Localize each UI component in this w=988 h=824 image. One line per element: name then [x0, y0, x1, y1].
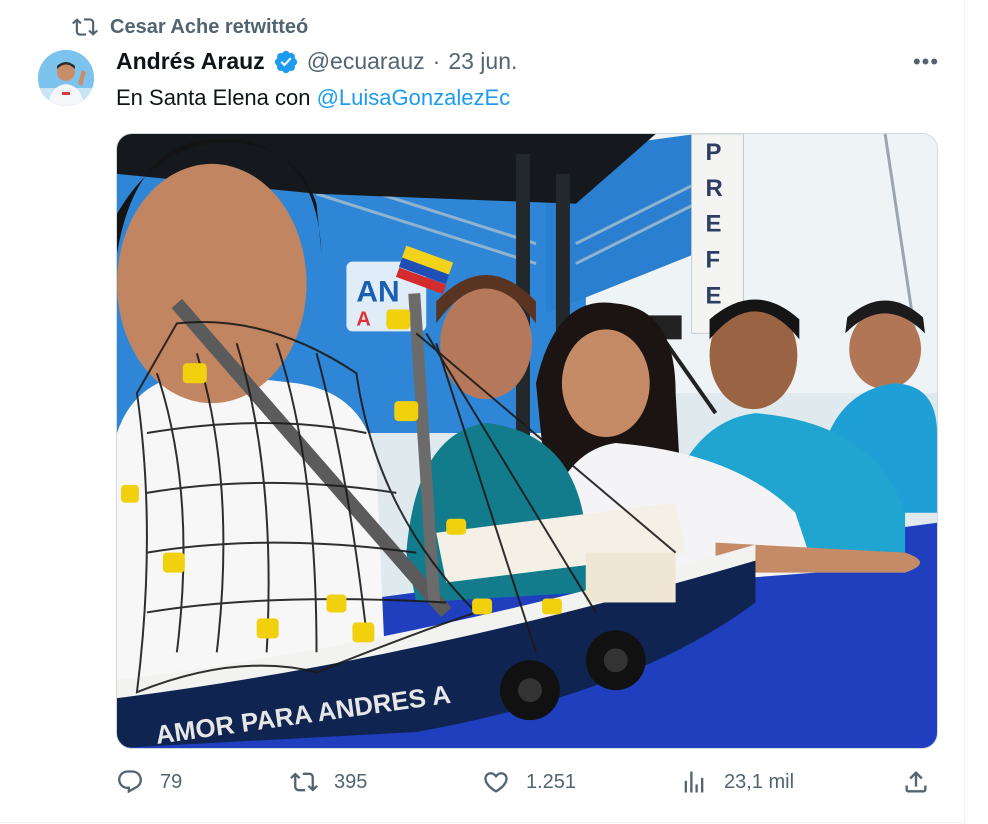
reply-button[interactable]: 79 — [116, 768, 182, 796]
share-button[interactable] — [902, 768, 930, 796]
tweet-actions: 79 395 1.251 23,1 mil — [116, 768, 946, 804]
avatar[interactable] — [38, 50, 94, 106]
avatar-image — [38, 50, 94, 106]
author-name[interactable]: Andrés Arauz — [116, 48, 265, 75]
views-count: 23,1 mil — [724, 770, 795, 793]
retweet-count: 395 — [334, 770, 368, 793]
retweet-icon — [72, 18, 98, 36]
sign-letter-4: F — [706, 247, 721, 274]
more-button[interactable]: ••• — [908, 48, 944, 76]
verified-badge-icon — [274, 50, 297, 73]
photo-illustration: AN A P R E F E AMOR PARA ANDRES A — [117, 134, 937, 748]
retweet-context-text: Cesar Ache retwitteó — [110, 15, 309, 38]
retweet-icon — [290, 772, 318, 792]
mention-link[interactable]: @LuisaGonzalezEc — [317, 85, 511, 110]
reply-icon — [118, 770, 142, 794]
sign-letter-1: P — [706, 139, 722, 166]
tweet-photo[interactable]: AN A P R E F E AMOR PARA ANDRES A — [116, 133, 938, 749]
sign-letter-5: E — [706, 282, 722, 309]
banner-text: AN — [356, 275, 399, 308]
author-handle[interactable]: @ecuarauz — [307, 48, 425, 75]
tweet-header: Andrés Arauz @ecuarauz · 23 jun. — [116, 48, 517, 75]
tweet-card[interactable]: Cesar Ache retwitteó Andrés Arauz @ecuar… — [0, 0, 965, 823]
tweet-date[interactable]: 23 jun. — [448, 48, 517, 75]
like-count: 1.251 — [526, 770, 577, 793]
tweet-text-body: En Santa Elena con — [116, 85, 317, 110]
views-button[interactable]: 23,1 mil — [680, 768, 794, 796]
share-icon — [905, 771, 927, 793]
sign-letter-2: R — [706, 175, 723, 202]
sign-letter-3: E — [706, 211, 722, 238]
like-button[interactable]: 1.251 — [482, 768, 576, 796]
more-icon: ••• — [912, 49, 940, 74]
banner-text-2: A — [356, 308, 370, 330]
tweet-text: En Santa Elena con @LuisaGonzalezEc — [116, 84, 510, 112]
reply-count: 79 — [160, 770, 183, 793]
separator-dot: · — [432, 48, 441, 74]
retweet-context[interactable]: Cesar Ache retwitteó — [72, 14, 308, 40]
heart-icon — [484, 772, 508, 793]
retweet-button[interactable]: 395 — [290, 768, 367, 796]
views-icon — [684, 771, 704, 793]
